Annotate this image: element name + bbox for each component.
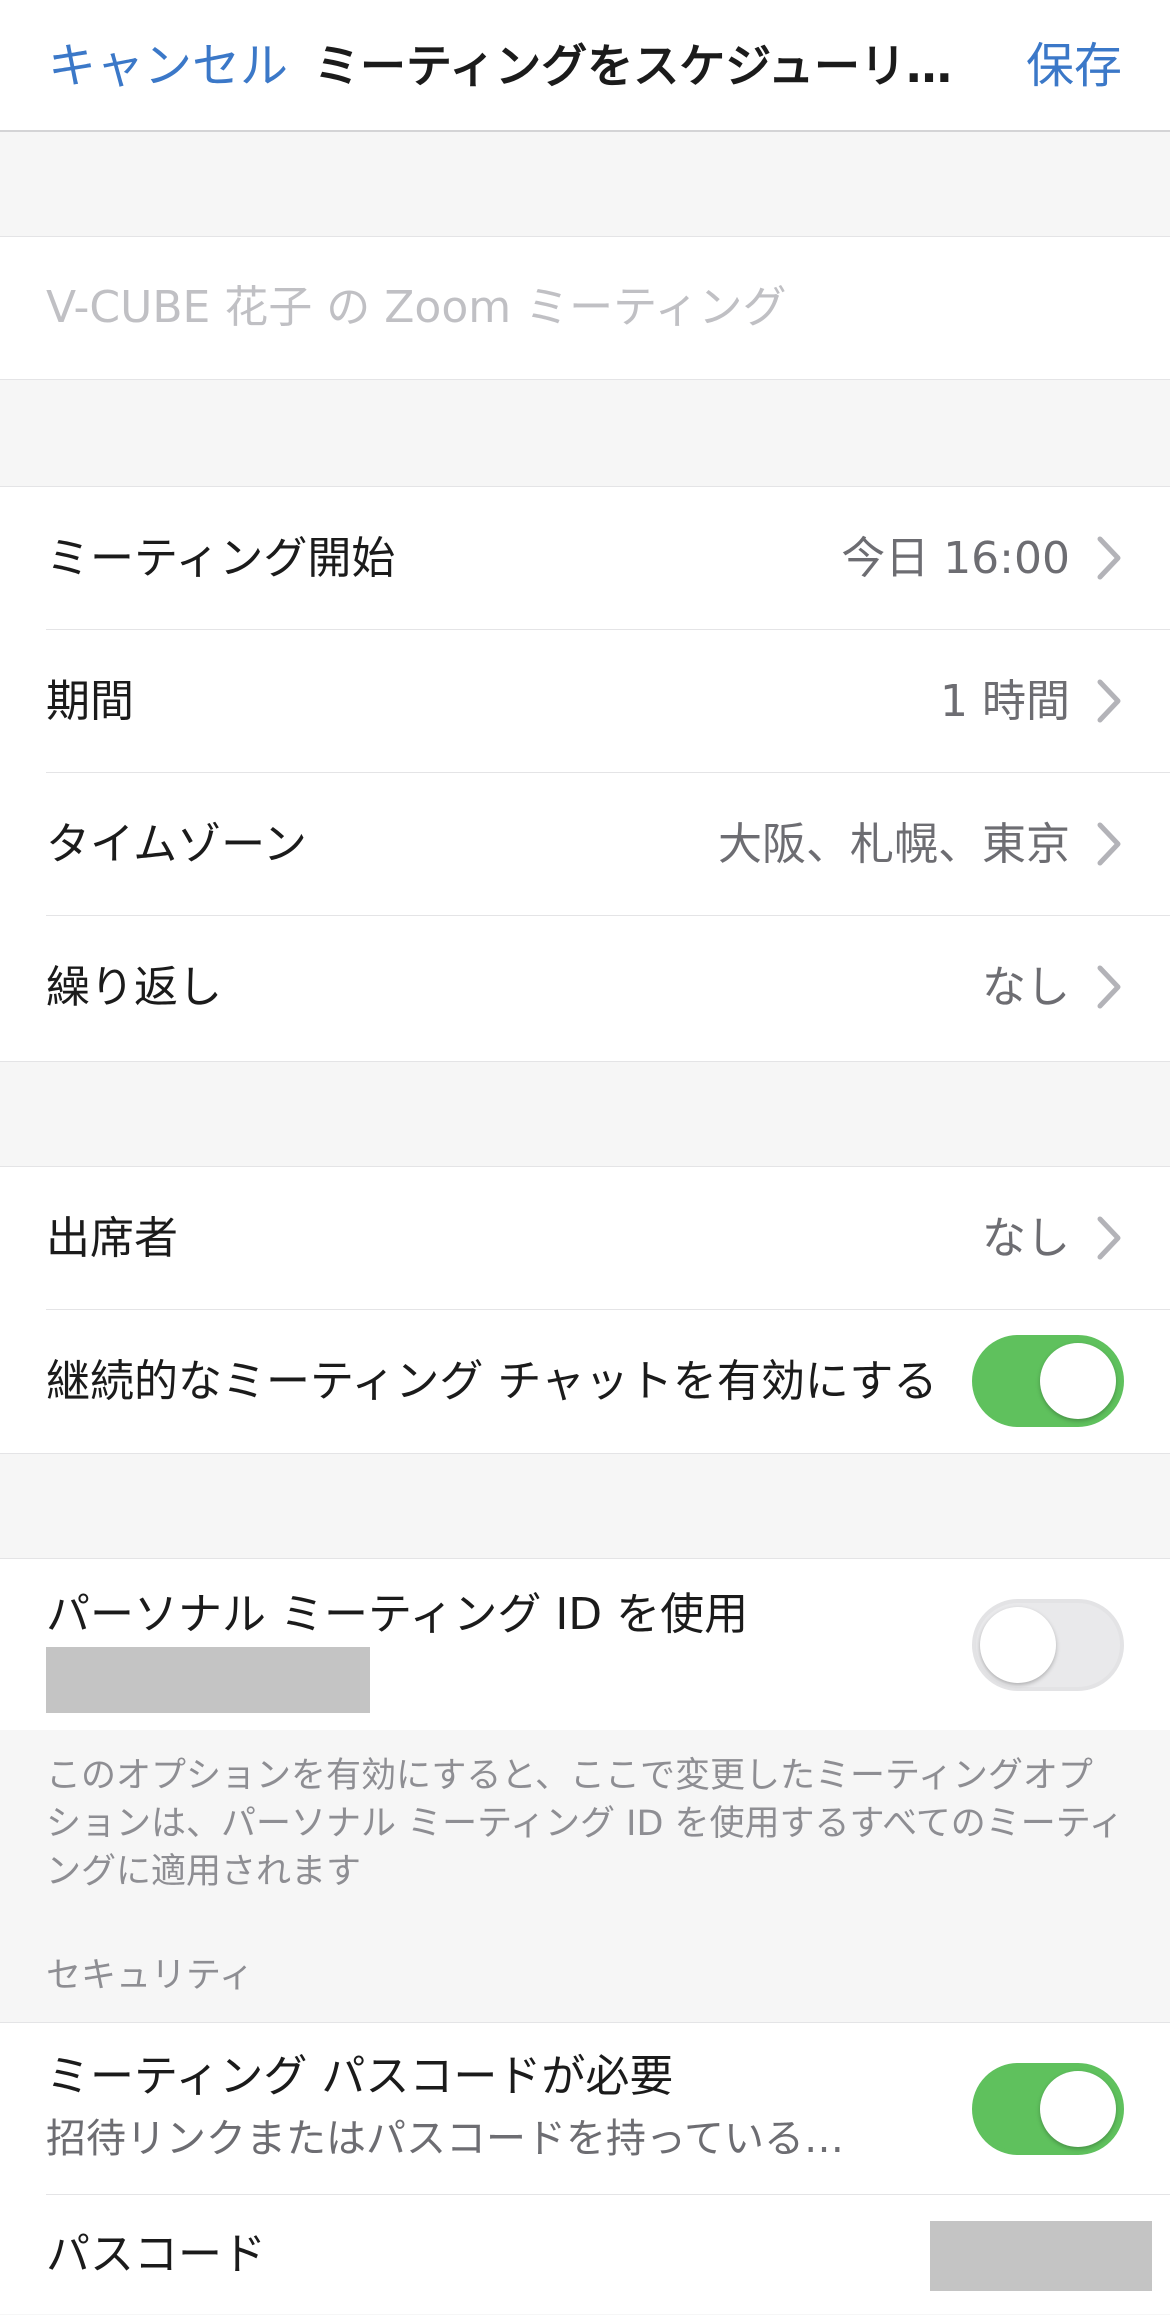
- continuous-chat-label: 継続的なミーティング チャットを有効にする: [46, 1356, 938, 1407]
- security-section-header: セキュリティ: [46, 1956, 254, 1996]
- page-title: ミーティングをスケジューリ…: [314, 39, 953, 93]
- toggle-knob: [1040, 2071, 1116, 2147]
- chevron-right-icon: [1097, 536, 1121, 580]
- chevron-right-icon: [1097, 679, 1121, 723]
- save-button[interactable]: 保存: [1026, 34, 1122, 98]
- schedule-group: ミーティング開始 今日 16:00 期間 1 時間 タイムゾーン 大阪、札幌、東…: [0, 486, 1170, 1062]
- navigation-bar: キャンセル ミーティングをスケジューリ… 保存: [0, 0, 1170, 132]
- duration-label: 期間: [46, 676, 134, 727]
- meeting-topic-input[interactable]: [46, 237, 1126, 379]
- duration-row[interactable]: 期間 1 時間: [0, 630, 1170, 773]
- chevron-right-icon: [1097, 822, 1121, 866]
- duration-value: 1 時間: [940, 676, 1070, 727]
- attendees-label: 出席者: [46, 1213, 178, 1264]
- passcode-row[interactable]: パスコード: [0, 2195, 1170, 2315]
- pmi-number-redacted: [46, 1647, 370, 1713]
- passcode-required-row: ミーティング パスコードが必要 招待リンクまたはパスコードを持っている…: [0, 2023, 1170, 2195]
- passcode-required-label: ミーティング パスコードが必要: [46, 2051, 674, 2102]
- meeting-start-value: 今日 16:00: [841, 533, 1070, 584]
- pmi-group: パーソナル ミーティング ID を使用: [0, 1558, 1170, 1730]
- attendees-group: 出席者 なし 継続的なミーティング チャットを有効にする: [0, 1166, 1170, 1454]
- passcode-value-redacted: [930, 2221, 1152, 2291]
- repeat-label: 繰り返し: [46, 962, 222, 1013]
- continuous-chat-toggle[interactable]: [972, 1335, 1124, 1427]
- timezone-row[interactable]: タイムゾーン 大阪、札幌、東京: [0, 773, 1170, 916]
- timezone-value: 大阪、札幌、東京: [718, 819, 1070, 870]
- chevron-right-icon: [1097, 965, 1121, 1009]
- pmi-label: パーソナル ミーティング ID を使用: [46, 1589, 749, 1640]
- pmi-note: このオプションを有効にすると、ここで変更したミーティングオプションは、パーソナル…: [46, 1756, 1124, 1892]
- passcode-label: パスコード: [46, 2229, 266, 2280]
- continuous-chat-row: 継続的なミーティング チャットを有効にする: [0, 1310, 1170, 1453]
- attendees-row[interactable]: 出席者 なし: [0, 1167, 1170, 1310]
- topic-group: [0, 236, 1170, 380]
- toggle-knob: [980, 1607, 1056, 1683]
- cancel-button[interactable]: キャンセル: [48, 34, 288, 98]
- repeat-value: なし: [982, 962, 1070, 1013]
- passcode-required-toggle[interactable]: [972, 2063, 1124, 2155]
- security-group: ミーティング パスコードが必要 招待リンクまたはパスコードを持っている… パスコ…: [0, 2022, 1170, 2314]
- attendees-value: なし: [982, 1213, 1070, 1264]
- chevron-right-icon: [1097, 1216, 1121, 1260]
- meeting-start-row[interactable]: ミーティング開始 今日 16:00: [0, 487, 1170, 630]
- meeting-start-label: ミーティング開始: [46, 533, 396, 584]
- passcode-required-subtitle: 招待リンクまたはパスコードを持っている…: [46, 2116, 844, 2162]
- repeat-row[interactable]: 繰り返し なし: [0, 916, 1170, 1059]
- toggle-knob: [1040, 1343, 1116, 1419]
- pmi-toggle[interactable]: [972, 1599, 1124, 1691]
- timezone-label: タイムゾーン: [46, 819, 307, 870]
